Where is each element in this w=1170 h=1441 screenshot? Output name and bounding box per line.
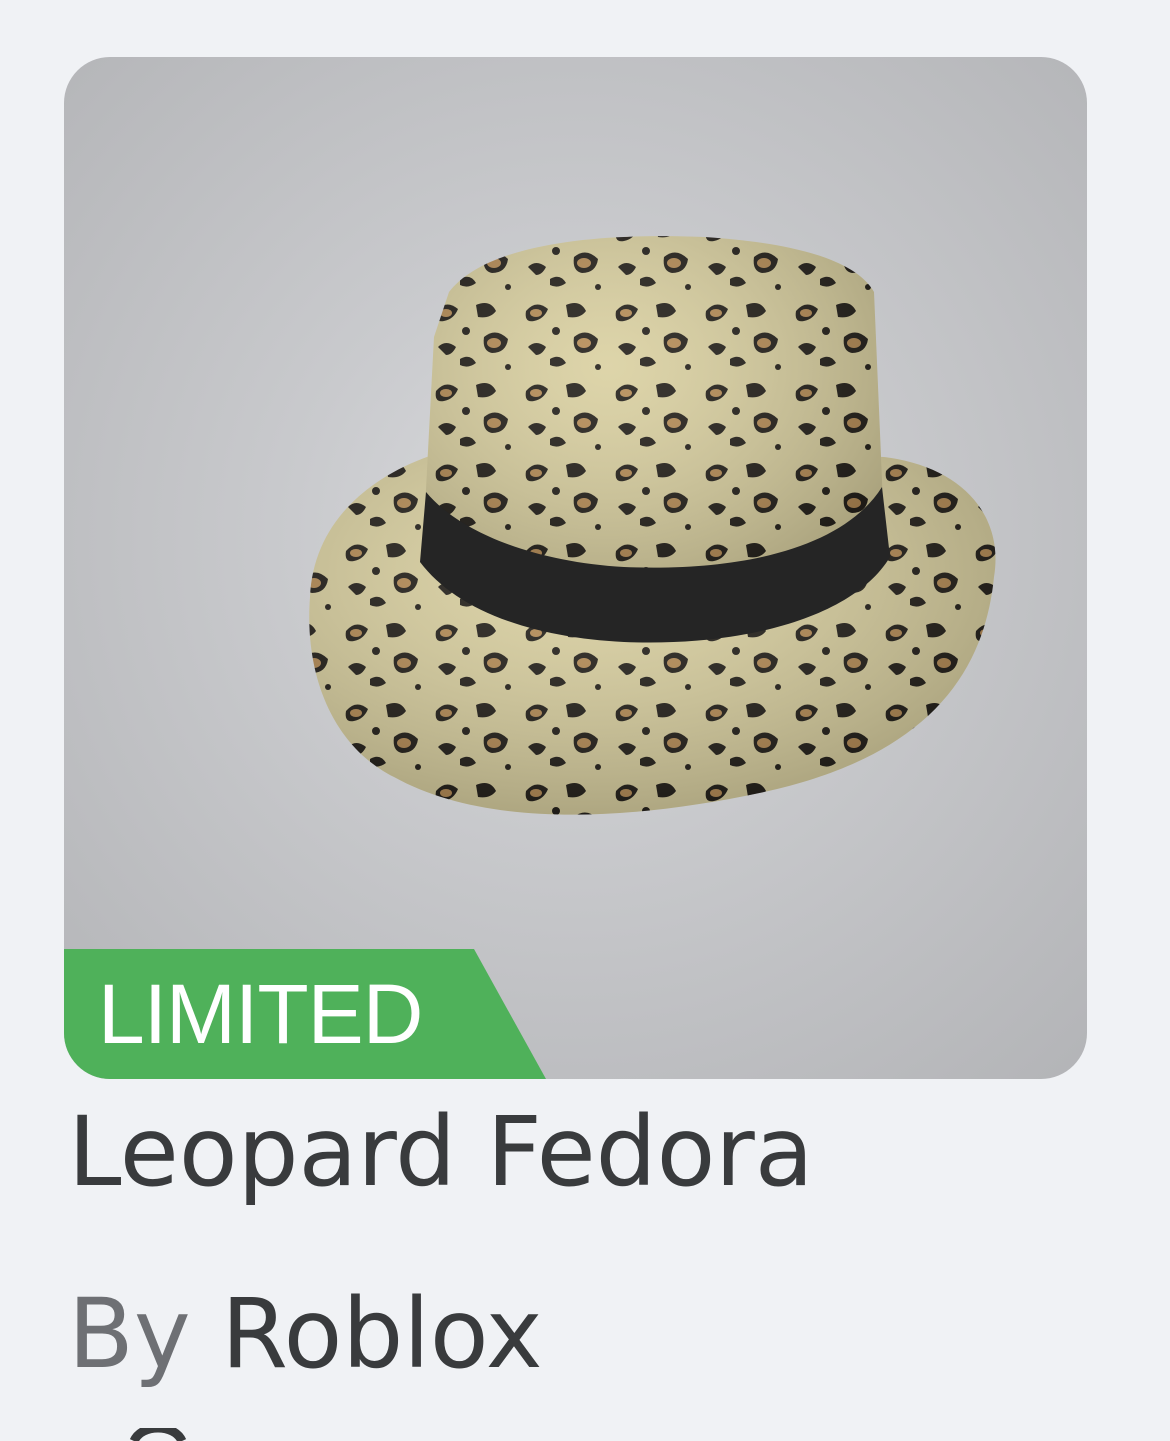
item-name-link[interactable]: Leopard Fedora [68, 1092, 814, 1212]
creator-line: By Roblox [68, 1274, 543, 1394]
item-thumbnail[interactable]: LIMITED [64, 57, 1087, 1079]
catalog-item-card[interactable]: LIMITED Leopard Fedora By Roblox [0, 0, 1170, 1441]
creator-prefix: By [68, 1278, 191, 1390]
creator-name-link[interactable]: Roblox [221, 1278, 542, 1390]
limited-badge-label: LIMITED [98, 967, 423, 1061]
currency-icon [129, 1428, 187, 1441]
leopard-fedora-icon [309, 236, 996, 815]
limited-badge: LIMITED [64, 949, 546, 1079]
